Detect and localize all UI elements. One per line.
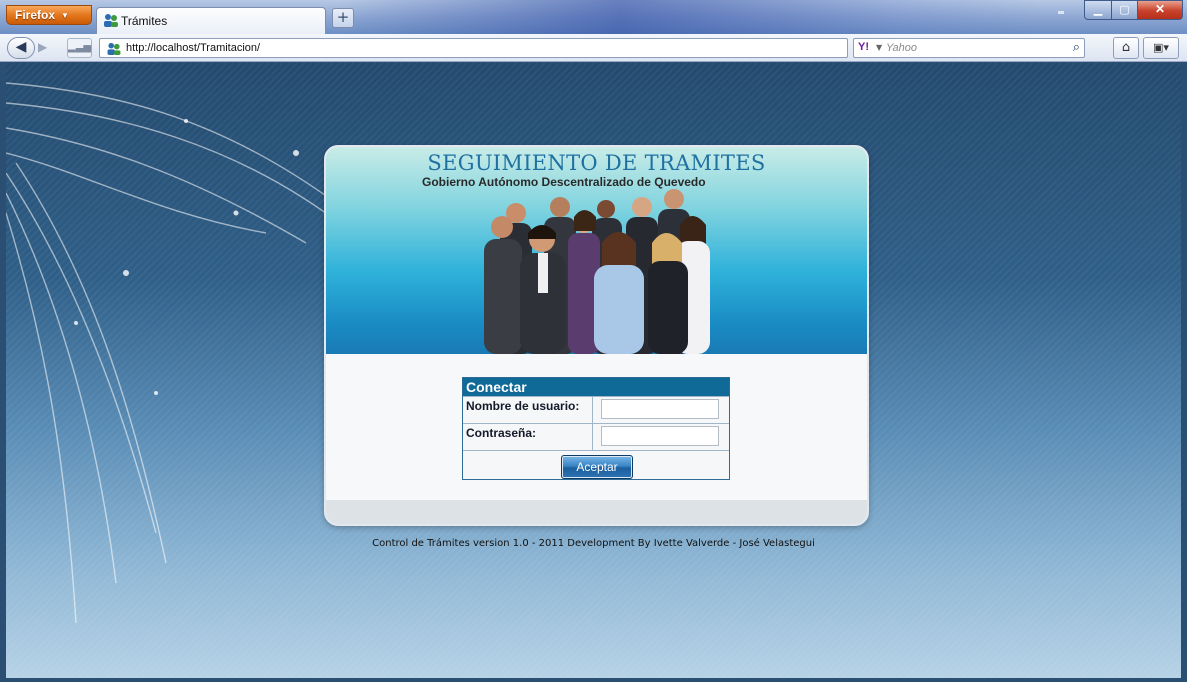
caret-down-icon: ▼ <box>61 11 69 21</box>
signal-button[interactable]: ▂▃▅ <box>67 38 92 58</box>
new-tab-button[interactable]: + <box>332 8 354 28</box>
address-bar[interactable]: http://localhost/Tramitacion/ ☆ ▼ ↻ <box>99 38 939 58</box>
business-team-photo <box>484 189 710 354</box>
engine-caret-icon: ▼ <box>876 43 883 52</box>
search-placeholder: Yahoo <box>886 42 917 54</box>
maximize-button[interactable]: ▢ <box>1111 0 1138 20</box>
people-favicon-icon <box>104 14 118 27</box>
page-viewport: SEGUIMIENTO DE TRAMITES Gobierno Autónom… <box>6 63 1181 678</box>
forward-button[interactable]: ▶ <box>38 40 47 54</box>
username-input[interactable] <box>601 399 719 419</box>
login-form-header: Conectar <box>463 378 729 396</box>
tab-title: Trámites <box>121 14 168 28</box>
username-row: Nombre de usuario: <box>463 396 729 423</box>
card-footer-bar <box>326 500 867 524</box>
login-card: SEGUIMIENTO DE TRAMITES Gobierno Autónom… <box>324 145 869 526</box>
back-arrow-icon: ◀ <box>15 39 27 55</box>
search-bar[interactable]: Y! ▼ Yahoo ⌕ <box>853 38 1085 58</box>
back-button[interactable]: ◀ <box>7 37 35 59</box>
login-form: Conectar Nombre de usuario: Contraseña: … <box>462 377 730 480</box>
password-label: Contraseña: <box>466 426 537 440</box>
forward-arrow-icon: ▶ <box>38 40 48 54</box>
yahoo-engine-icon[interactable]: Y! <box>858 41 869 53</box>
username-label: Nombre de usuario: <box>466 399 580 413</box>
header-banner: SEGUIMIENTO DE TRAMITES Gobierno Autónom… <box>326 147 867 354</box>
accept-button[interactable]: Aceptar <box>561 455 633 479</box>
footer-credits: Control de Trámites version 1.0 - 2011 D… <box>372 538 815 549</box>
signal-bars-icon: ▂▃▅ <box>68 42 92 53</box>
firefox-menu-button[interactable]: Firefox ▼ <box>6 5 92 25</box>
browser-tab-tramites[interactable]: Trámites <box>96 7 326 34</box>
column-divider <box>592 424 593 450</box>
site-favicon-icon <box>107 42 121 55</box>
close-window-button[interactable]: ✕ <box>1137 0 1183 20</box>
minimize-icon: ▁ <box>1093 3 1103 16</box>
password-input[interactable] <box>601 426 719 446</box>
password-row: Contraseña: <box>463 423 729 450</box>
maximize-icon: ▢ <box>1119 3 1130 16</box>
window-list-icon <box>1058 11 1064 14</box>
login-area: Conectar Nombre de usuario: Contraseña: … <box>326 354 867 500</box>
column-divider <box>592 397 593 423</box>
submit-row: Aceptar <box>463 450 729 481</box>
app-title: SEGUIMIENTO DE TRAMITES <box>427 151 766 175</box>
addon-bar-button[interactable]: ▣▾ <box>1143 37 1179 59</box>
addon-icon: ▣▾ <box>1153 41 1169 54</box>
url-text: http://localhost/Tramitacion/ <box>126 42 261 54</box>
minimize-button[interactable]: ▁ <box>1084 0 1112 20</box>
navigation-toolbar: ◀ ▶ ▂▃▅ http://localhost/Tramitacion/ ☆ … <box>0 34 1187 62</box>
search-icon[interactable]: ⌕ <box>1073 40 1080 55</box>
home-button[interactable]: ⌂ <box>1113 37 1139 59</box>
firefox-menu-label: Firefox <box>15 8 56 22</box>
titlebar-gradient <box>340 0 1040 34</box>
window-titlebar: Firefox ▼ Trámites + ▁ ▢ ✕ <box>0 0 1187 34</box>
home-icon: ⌂ <box>1121 40 1131 55</box>
close-icon: ✕ <box>1154 2 1166 16</box>
